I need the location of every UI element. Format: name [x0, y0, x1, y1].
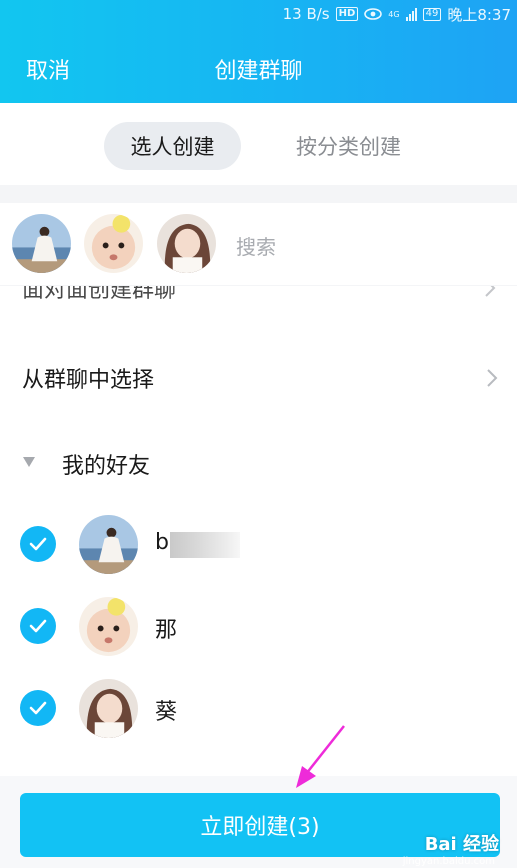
baidu-watermark: Bai 经验: [424, 834, 499, 855]
hd-icon: HD: [335, 7, 359, 21]
checkbox-checked-icon[interactable]: [20, 526, 56, 562]
caret-down-icon: [23, 457, 35, 467]
friend-row[interactable]: 那: [0, 585, 517, 667]
friends-section-header[interactable]: 我的好友: [0, 436, 517, 486]
clock: 晚上8:37: [447, 5, 511, 24]
friend-row[interactable]: b: [0, 503, 517, 585]
friend-name: 那: [155, 618, 178, 643]
selected-avatar-3[interactable]: [157, 214, 216, 273]
checkbox-checked-icon[interactable]: [20, 608, 56, 644]
friends-section-title: 我的好友: [62, 454, 151, 479]
face-to-face-item-label[interactable]: 面对面创建群聊: [22, 286, 176, 304]
checkbox-checked-icon[interactable]: [20, 690, 56, 726]
battery-icon: 49: [422, 7, 442, 21]
chevron-right-icon: [485, 286, 496, 297]
friend-name: b: [155, 530, 169, 555]
select-from-group-label: 从群聊中选择: [22, 368, 155, 393]
signal-icon: [405, 7, 417, 21]
page-title: 创建群聊: [214, 59, 303, 84]
tab-select-people[interactable]: 选人创建: [104, 122, 241, 170]
friend-avatar: [79, 597, 138, 656]
tab-by-category[interactable]: 按分类创建: [270, 122, 427, 170]
network-type-icon: 4G: [388, 9, 400, 19]
baidu-watermark-url: jingyan.baidu.com: [402, 856, 495, 867]
tab-bar: 选人创建 按分类创建: [0, 103, 517, 185]
search-input[interactable]: 搜索: [236, 231, 276, 260]
chevron-right-icon: [487, 369, 498, 387]
friend-row[interactable]: 葵: [0, 667, 517, 749]
eye-icon: [364, 8, 383, 20]
bottom-bar: 立即创建(3) Bai 经验 jingyan.baidu.com: [0, 776, 517, 868]
header: 13 B/s HD 4G 49 晚上8:37 取消 创建群聊: [0, 0, 517, 103]
network-speed: 13 B/s: [282, 5, 330, 23]
friend-name: 葵: [155, 700, 178, 725]
annotation-arrow-icon: [296, 725, 345, 788]
select-from-group-item[interactable]: 从群聊中选择: [0, 342, 517, 402]
divider: [0, 185, 517, 203]
contact-list: 面对面创建群聊 从群聊中选择 我的好友 b 那 葵: [0, 286, 517, 776]
friend-avatar: [79, 679, 138, 738]
selected-avatar-2[interactable]: [84, 214, 143, 273]
friend-avatar: [79, 515, 138, 574]
privacy-blur: [170, 532, 240, 558]
status-bar: 13 B/s HD 4G 49 晚上8:37: [0, 0, 517, 28]
selected-members-bar: 搜索: [0, 203, 517, 285]
selected-avatar-1[interactable]: [12, 214, 71, 273]
